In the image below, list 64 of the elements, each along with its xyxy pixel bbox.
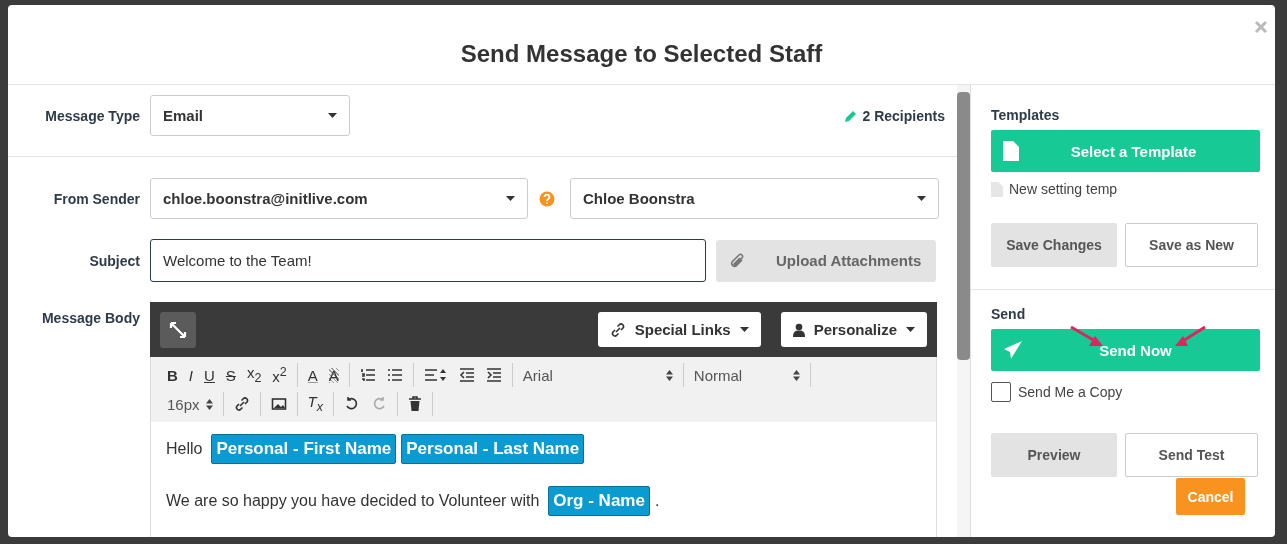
style-select[interactable]: Normal: [683, 363, 811, 387]
updown-icon: [792, 369, 800, 381]
save-changes-button[interactable]: Save Changes: [991, 223, 1117, 267]
format-button[interactable]: B: [167, 367, 178, 383]
format-button[interactable]: U: [204, 367, 215, 383]
text-color-button[interactable]: A: [307, 367, 318, 383]
section-heading: Templates: [991, 107, 1061, 123]
save-as-new-button[interactable]: Save as New: [1125, 223, 1258, 267]
upload-attachments-button[interactable]: Upload Attachments: [716, 239, 936, 282]
indent-icon[interactable]: [485, 367, 502, 383]
document-icon: [1003, 141, 1019, 161]
caret-icon: [739, 327, 749, 332]
recipients-link[interactable]: 2 Recipients: [843, 107, 945, 124]
image-icon[interactable]: [270, 396, 287, 412]
undo-icon[interactable]: [343, 396, 360, 412]
pointer-arrow: [1173, 325, 1207, 349]
personalize-button[interactable]: Personalize: [780, 312, 927, 347]
field-label: Subject: [88, 252, 141, 269]
trash-icon[interactable]: [407, 396, 422, 412]
updown-icon: [205, 398, 213, 410]
pencil-icon: [843, 108, 858, 123]
updown-icon: [665, 369, 673, 381]
caret-icon: [917, 196, 926, 201]
body-text: Hello: [166, 440, 203, 458]
checkbox-label: Send Me a Copy: [1018, 384, 1123, 400]
document-icon: [991, 181, 1003, 197]
scrollbar-thumb[interactable]: [957, 92, 970, 360]
message-type-select[interactable]: Email: [150, 95, 350, 136]
template-item[interactable]: New setting temp: [991, 181, 1260, 197]
send-test-button[interactable]: Send Test: [1125, 433, 1258, 477]
link-icon: [609, 321, 626, 338]
dialog-title: Send Message to Selected Staff: [460, 40, 823, 68]
caret-icon: [906, 327, 915, 332]
expand-button[interactable]: [160, 311, 196, 348]
outdent-icon[interactable]: [458, 367, 475, 383]
subject-field[interactable]: Welcome to the Team!: [150, 239, 706, 282]
field-label: From Sender: [52, 190, 141, 207]
font-select[interactable]: Arial: [512, 363, 684, 387]
sender-email-select[interactable]: chloe.boonstra@initlive.com: [150, 178, 528, 219]
background-color-button[interactable]: A: [328, 367, 339, 383]
sender-name-select[interactable]: Chloe Boonstra: [570, 178, 939, 219]
format-button[interactable]: x$_{2}$: [246, 365, 262, 385]
copy-checkbox[interactable]: [991, 382, 1011, 402]
format-button[interactable]: I: [188, 367, 193, 383]
link-icon[interactable]: [233, 396, 250, 412]
format-button[interactable]: x$^{2}$: [272, 366, 287, 384]
body-text: We are so happy you have decided to Volunteer with: [166, 492, 540, 510]
preview-button[interactable]: Preview: [991, 433, 1117, 477]
paper-plane-icon: [1003, 340, 1023, 360]
expand-icon: [169, 320, 187, 339]
ordered-list-icon[interactable]: [359, 367, 376, 383]
format-button[interactable]: S: [225, 367, 236, 383]
clear-format-button[interactable]: T$_{x}$: [307, 394, 323, 414]
section-heading: Send: [991, 306, 1027, 322]
caret-icon: [328, 113, 337, 118]
user-icon: [792, 322, 805, 337]
body-text: .: [654, 492, 660, 510]
caret-icon: [506, 196, 515, 201]
field-label: Message Body: [40, 309, 141, 326]
bullet-list-icon[interactable]: [386, 367, 403, 383]
field-label: Message Type: [44, 107, 141, 124]
size-select[interactable]: 16px: [163, 392, 224, 416]
special-links-button[interactable]: Special Links: [597, 312, 761, 347]
align-icon[interactable]: [423, 367, 448, 383]
